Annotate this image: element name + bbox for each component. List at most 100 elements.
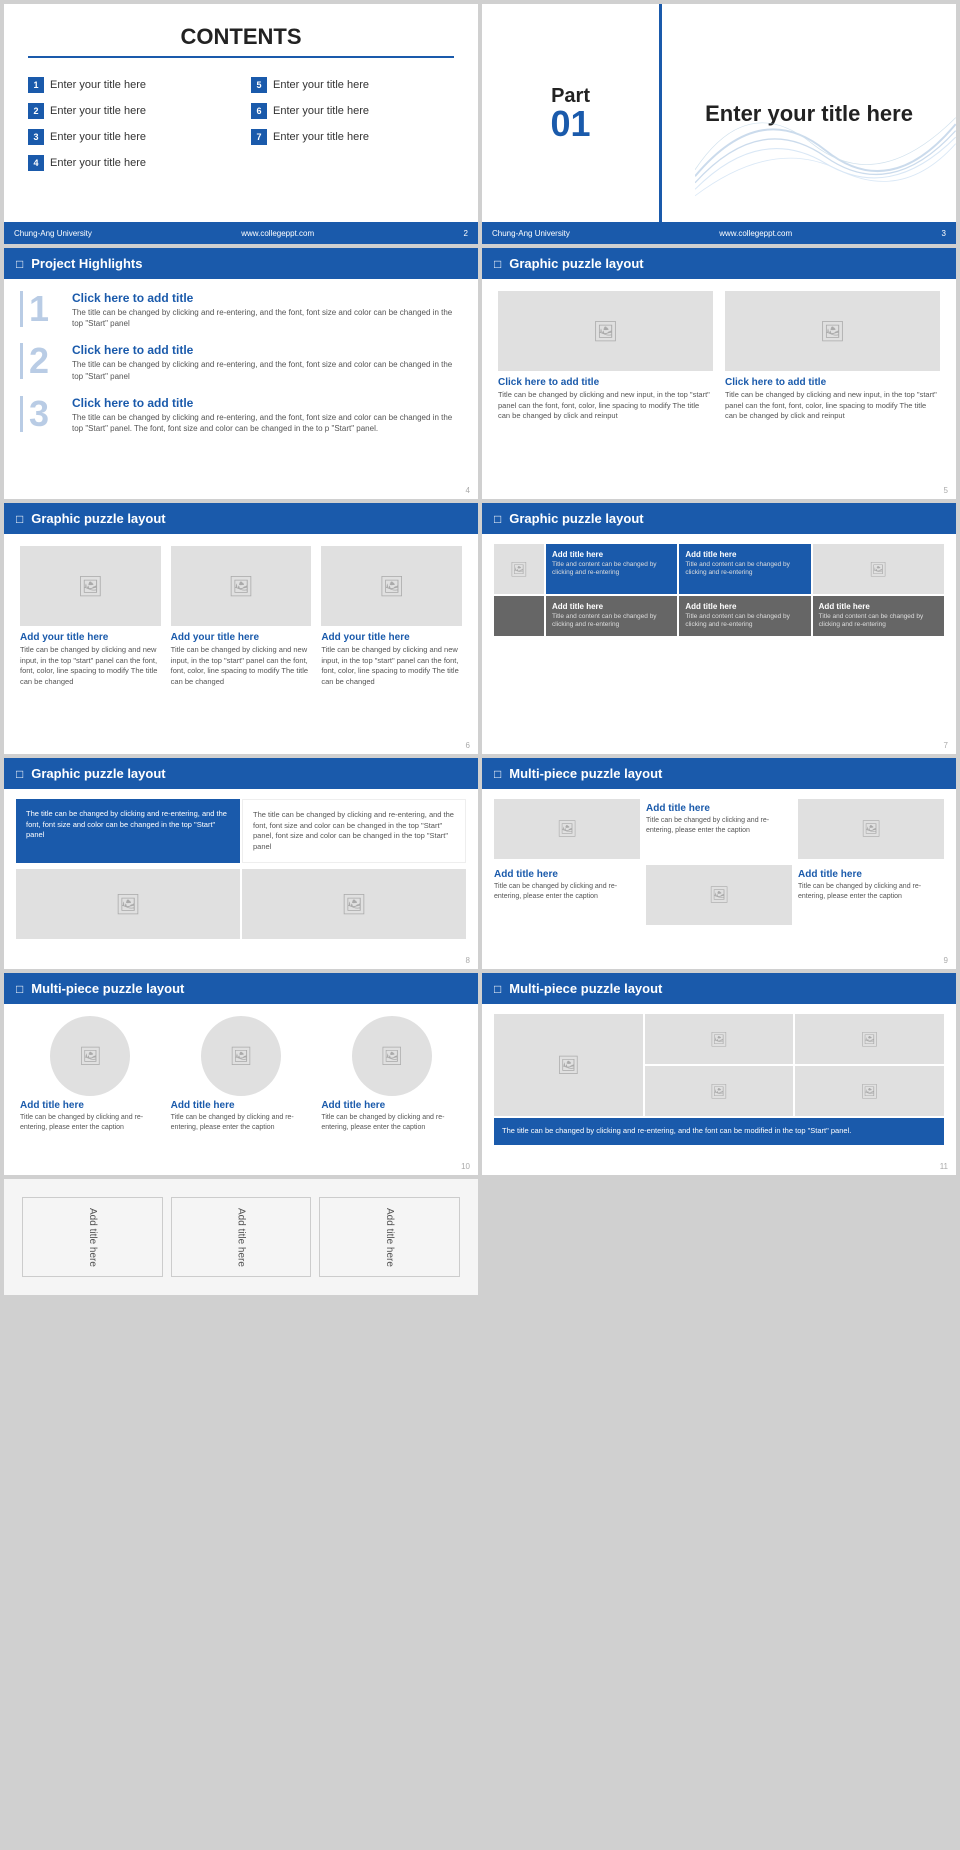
slide-6-header: Graphic puzzle layout (4, 503, 478, 534)
grid-title-7-4: Add title here (552, 602, 671, 611)
slide-7: Graphic puzzle layout 🖼 Add title here T… (482, 503, 956, 754)
photo-grid-11: 🖼 🖼 🖼 🖼 🖼 The title can be changed by cl… (494, 1014, 944, 1145)
multi-grid-9: 🖼 Add title here Title can be changed by… (494, 799, 944, 925)
image-icon-11-tr2: 🖼 (861, 1031, 879, 1048)
slide-8-section-title: Graphic puzzle layout (31, 766, 165, 781)
slide-5: Graphic puzzle layout 🖼 Click here to ad… (482, 248, 956, 499)
slide-8-num: 8 (466, 956, 470, 965)
image-icon-5-1: 🖼 (593, 319, 618, 344)
grid-cell-blue-1[interactable]: Add title here Title and content can be … (546, 544, 677, 594)
grid-text-7-1: Title and content can be changed by clic… (552, 561, 671, 578)
bottom-label-2[interactable]: Add title here (171, 1197, 312, 1278)
grid-cell-dark-2[interactable]: Add title here Title and content can be … (679, 596, 810, 636)
contents-label-1: Enter your title here (50, 79, 146, 91)
contents-item-2[interactable]: 2 Enter your title here (28, 100, 231, 122)
img-placeholder-6-3: 🖼 (321, 546, 462, 626)
multi-cell-9-br[interactable]: Add title here Title can be changed by c… (798, 865, 944, 925)
hl-text-2: The title can be changed by clicking and… (72, 359, 462, 381)
puzzle-text-6-2: Title can be changed by clicking and new… (171, 645, 312, 687)
circle-title-10-3: Add title here (321, 1100, 462, 1111)
puzzle-item-6-2[interactable]: 🖼 Add your title here Title can be chang… (171, 546, 312, 687)
hl-title-2: Click here to add title (72, 343, 462, 357)
contents-num-4: 4 (28, 155, 44, 171)
circle-item-10-3[interactable]: 🖼 Add title here Title can be changed by… (321, 1016, 462, 1133)
grid-cell-blue-2[interactable]: Add title here Title and content can be … (679, 544, 810, 594)
contents-label-2: Enter your title here (50, 105, 146, 117)
multi-cell-9-tc[interactable]: Add title here Title can be changed by c… (646, 799, 792, 859)
slide-2-footer: Chung-Ang University www.collegeppt.com … (4, 222, 478, 244)
grid-img-top-left: 🖼 (494, 544, 544, 594)
img-placeholder-8-1: 🖼 (16, 869, 240, 939)
hl-text-1: The title can be changed by clicking and… (72, 307, 462, 329)
image-icon-5-2: 🖼 (820, 319, 845, 344)
slide-10-num: 10 (461, 1162, 470, 1171)
grid-text-7-4: Title and content can be changed by clic… (552, 613, 671, 630)
multi-title-9-1: Add title here (646, 803, 792, 814)
img-placeholder-6-2: 🖼 (171, 546, 312, 626)
circle-img-10-1: 🖼 (50, 1016, 130, 1096)
highlight-1[interactable]: 1 Click here to add title The title can … (20, 291, 462, 329)
grid-cell-dark-1[interactable]: Add title here Title and content can be … (546, 596, 677, 636)
contents-num-5: 5 (251, 77, 267, 93)
slide-6-num: 6 (466, 741, 470, 750)
slide-9-content: 🖼 Add title here Title can be changed by… (482, 789, 956, 955)
slide-7-num: 7 (944, 741, 948, 750)
multi-cell-9-bl[interactable]: Add title here Title can be changed by c… (494, 865, 640, 925)
hl-title-3: Click here to add title (72, 396, 462, 410)
puzzle-title-5-2: Click here to add title (725, 377, 940, 388)
page-num-3: 3 (942, 229, 946, 238)
slide-10-header: Multi-piece puzzle layout (4, 973, 478, 1004)
slide-9-header: Multi-piece puzzle layout (482, 758, 956, 789)
puzzle-item-5-2[interactable]: 🖼 Click here to add title Title can be c… (725, 291, 940, 422)
slide-9: Multi-piece puzzle layout 🖼 Add title he… (482, 758, 956, 969)
hl-num-1: 1 (20, 291, 60, 327)
page-num-2: 2 (464, 229, 468, 238)
slide-5-section-title: Graphic puzzle layout (509, 256, 643, 271)
grid-cell-dark-0 (494, 596, 544, 636)
contents-item-1[interactable]: 1 Enter your title here (28, 74, 231, 96)
bottom-label-1[interactable]: Add title here (22, 1197, 163, 1278)
slide-11-section-title: Multi-piece puzzle layout (509, 981, 662, 996)
puzzle-item-6-3[interactable]: 🖼 Add your title here Title can be chang… (321, 546, 462, 687)
grid-text-7-2: Title and content can be changed by clic… (685, 561, 804, 578)
split-imgs-8: 🖼 🖼 (16, 869, 466, 939)
circle-text-10-2: Title can be changed by clicking and re-… (171, 1113, 312, 1133)
contents-item-6[interactable]: 6 Enter your title here (251, 100, 454, 122)
bottom-label-text-2: Add title here (235, 1208, 246, 1267)
slide-11-header: Multi-piece puzzle layout (482, 973, 956, 1004)
puzzle-item-6-1[interactable]: 🖼 Add your title here Title can be chang… (20, 546, 161, 687)
circle-img-10-2: 🖼 (201, 1016, 281, 1096)
img-placeholder-11-tr1: 🖼 (645, 1014, 794, 1064)
slide-8-header: Graphic puzzle layout (4, 758, 478, 789)
image-icon-11-big: 🖼 (557, 1055, 580, 1076)
grid-cell-dark-3[interactable]: Add title here Title and content can be … (813, 596, 944, 636)
contents-item-3[interactable]: 3 Enter your title here (28, 126, 231, 148)
contents-label-7: Enter your title here (273, 131, 369, 143)
slide-11-content: 🖼 🖼 🖼 🖼 🖼 The title can be changed by cl… (482, 1004, 956, 1175)
image-icon-9-3: 🖼 (709, 885, 729, 905)
slide-8-content: The title can be changed by clicking and… (4, 789, 478, 969)
footer-left-2: Chung-Ang University (14, 229, 92, 238)
slide-11-num: 11 (940, 1162, 948, 1171)
colored-grid: 🖼 Add title here Title and content can b… (494, 544, 944, 636)
puzzle-title-6-3: Add your title here (321, 632, 462, 643)
contents-item-7[interactable]: 7 Enter your title here (251, 126, 454, 148)
hl-content-2: Click here to add title The title can be… (72, 343, 462, 381)
bottom-label-3[interactable]: Add title here (319, 1197, 460, 1278)
contents-item-4[interactable]: 4 Enter your title here (28, 152, 231, 174)
image-icon-9-2: 🖼 (861, 819, 881, 839)
slide-bottom-labels: Add title here Add title here Add title … (4, 1179, 478, 1296)
slide-2: CONTENTS 1 Enter your title here 5 Enter… (4, 4, 478, 244)
img-placeholder-11-br1: 🖼 (645, 1066, 794, 1116)
slide-3: Part 01 Enter your title here Chung-Ang … (482, 4, 956, 244)
highlight-2[interactable]: 2 Click here to add title The title can … (20, 343, 462, 381)
slide-4-num: 4 (466, 486, 470, 495)
circle-item-10-2[interactable]: 🖼 Add title here Title can be changed by… (171, 1016, 312, 1133)
split-text-right-8: The title can be changed by clicking and… (253, 810, 455, 852)
slide-8: Graphic puzzle layout The title can be c… (4, 758, 478, 969)
contents-num-6: 6 (251, 103, 267, 119)
circle-item-10-1[interactable]: 🖼 Add title here Title can be changed by… (20, 1016, 161, 1133)
puzzle-item-5-1[interactable]: 🖼 Click here to add title Title can be c… (498, 291, 713, 422)
highlight-3[interactable]: 3 Click here to add title The title can … (20, 396, 462, 434)
contents-item-5[interactable]: 5 Enter your title here (251, 74, 454, 96)
